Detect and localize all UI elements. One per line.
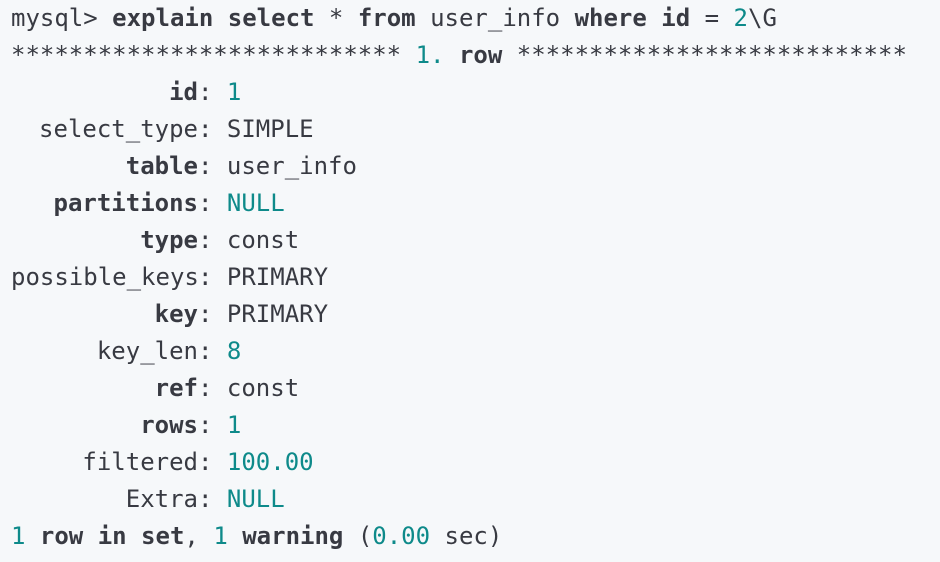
field-name: partitions [53, 189, 199, 217]
field-name: filtered [82, 448, 198, 476]
field-colon: : [198, 374, 227, 402]
footer-open-paren: ( [357, 522, 373, 550]
field-name: possible_keys [11, 263, 199, 291]
footer-time: 0.00 [372, 522, 431, 550]
field-value: SIMPLE [226, 115, 314, 143]
field-colon: : [198, 263, 227, 291]
result-row-type: type: const [11, 222, 940, 259]
field-name: type [140, 226, 198, 254]
footer-sec: sec) [444, 522, 503, 550]
field-value: NULL [226, 189, 285, 217]
footer-line: 1 row in set, 1 warning (0.00 sec) [11, 518, 940, 555]
field-colon: : [198, 337, 227, 365]
result-rows: id: 1 select_type: SIMPLE table: user_info… [11, 74, 940, 518]
table-name: user_info [430, 4, 561, 32]
keyword-explain: explain [112, 4, 214, 32]
field-name: rows [140, 411, 198, 439]
row-header-left-stars: *************************** [11, 41, 402, 69]
keyword-select: select [227, 4, 315, 32]
result-row-id: id: 1 [11, 74, 940, 111]
row-header: *************************** 1. row *****… [11, 37, 940, 74]
field-value: 1 [226, 411, 242, 439]
result-row-key: key: PRIMARY [11, 296, 940, 333]
where-value: 2 [733, 4, 748, 32]
result-row-filtered: filtered: 100.00 [11, 444, 940, 481]
field-value: const [226, 226, 300, 254]
field-colon: : [198, 189, 227, 217]
result-row-extra: Extra: NULL [11, 481, 940, 518]
star: * [328, 4, 344, 32]
field-colon: : [198, 115, 227, 143]
keyword-from: from [357, 4, 416, 32]
footer-row-count: 1 [11, 522, 26, 550]
result-row-possible-keys: possible_keys: PRIMARY [11, 259, 940, 296]
field-value: user_info [226, 152, 357, 180]
column-id: id [661, 4, 691, 32]
field-colon: : [198, 78, 227, 106]
footer-warning-word: warning [242, 522, 344, 550]
row-header-word: row [458, 41, 503, 69]
field-name: Extra [125, 485, 198, 513]
result-row-table: table: user_info [11, 148, 940, 185]
row-header-right-stars: *************************** [516, 41, 907, 69]
field-colon: : [198, 485, 227, 513]
footer-comma: , [184, 522, 199, 550]
field-value: PRIMARY [226, 300, 329, 328]
equals-sign: = [704, 4, 720, 32]
field-name: table [125, 152, 198, 180]
field-colon: : [198, 300, 227, 328]
field-value: 8 [226, 337, 242, 365]
keyword-where: where [574, 4, 647, 32]
footer-row-in-set: row in set [39, 522, 185, 550]
field-value: const [226, 374, 300, 402]
field-colon: : [198, 448, 227, 476]
field-colon: : [198, 226, 227, 254]
field-value: 1 [226, 78, 242, 106]
field-name: select_type [39, 115, 198, 143]
field-colon: : [198, 152, 227, 180]
terminator: \G [748, 4, 777, 32]
field-name: id [169, 78, 198, 106]
command-line: mysql> explain select * from user_info w… [11, 0, 940, 37]
row-header-number: 1. [415, 41, 445, 69]
field-value: PRIMARY [226, 263, 329, 291]
terminal-window: mysql> explain select * from user_info w… [0, 0, 940, 562]
result-row-select-type: select_type: SIMPLE [11, 111, 940, 148]
result-row-key-len: key_len: 8 [11, 333, 940, 370]
field-name: key_len [96, 337, 198, 365]
field-value: NULL [226, 485, 285, 513]
result-row-ref: ref: const [11, 370, 940, 407]
field-colon: : [198, 411, 227, 439]
footer-warning-count: 1 [213, 522, 228, 550]
result-row-partitions: partitions: NULL [11, 185, 940, 222]
field-value: 100.00 [226, 448, 314, 476]
field-name: key [154, 300, 198, 328]
result-row-rows: rows: 1 [11, 407, 940, 444]
field-name: ref [154, 374, 198, 402]
prompt: mysql> [11, 4, 98, 32]
